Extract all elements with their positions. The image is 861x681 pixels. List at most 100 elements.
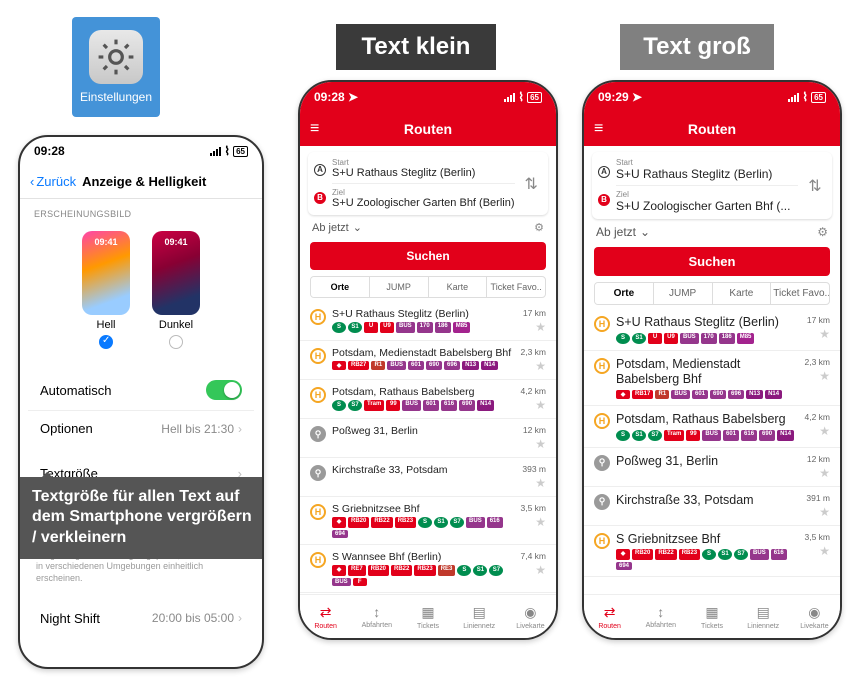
search-button[interactable]: Suchen (594, 247, 830, 276)
tab-icon: ⇄ (320, 604, 332, 621)
line-badge: S (332, 322, 346, 333)
stop-item[interactable]: HPotsdam, Rathaus BabelsbergSS7Tram99BUS… (300, 380, 556, 419)
line-badge: 696 (728, 390, 744, 399)
favorite-star[interactable]: ★ (535, 359, 546, 373)
stop-item[interactable]: ⚲Poßweg 31, Berlin12 km★ (584, 448, 840, 487)
bottom-tab-livekarte[interactable]: ◉Livekarte (789, 595, 840, 638)
category-tabs: OrteJUMPKarteTicket Favo.. (594, 282, 830, 305)
tab-karte[interactable]: Karte (713, 283, 772, 304)
stop-item[interactable]: HPotsdam, Medienstadt Babelsberg Bhf◆RB1… (584, 351, 840, 406)
dark-radio[interactable] (169, 335, 183, 349)
swap-button[interactable]: ⇅ (804, 176, 826, 196)
line-badges: ◆RB27R1BUS601690696N13N14 (332, 361, 514, 370)
departure-time-dropdown[interactable]: Ab jetzt⌄ (596, 225, 650, 239)
tab-ticket favo..[interactable]: Ticket Favo.. (771, 283, 829, 304)
tab-orte[interactable]: Orte (595, 283, 654, 304)
favorite-star[interactable]: ★ (535, 398, 546, 412)
distance: 17 km (523, 308, 546, 318)
start-field[interactable]: Start S+U Rathaus Steglitz (Berlin) (616, 156, 798, 183)
swap-button[interactable]: ⇅ (521, 174, 543, 194)
settings-gear-button[interactable]: ⚙ (534, 221, 544, 234)
line-badge: N14 (477, 400, 494, 411)
bottom-tab-liniennetz[interactable]: ▤Liniennetz (738, 595, 789, 638)
tab-ticket favo..[interactable]: Ticket Favo.. (487, 277, 545, 297)
dark-label: Dunkel (152, 319, 200, 331)
tab-karte[interactable]: Karte (429, 277, 488, 297)
start-field[interactable]: Start S+U Rathaus Steglitz (Berlin) (332, 156, 515, 181)
tab-orte[interactable]: Orte (311, 277, 370, 297)
stop-item[interactable]: HS+U Rathaus Steglitz (Berlin)SS1UU9BUS1… (300, 302, 556, 341)
favorite-star[interactable]: ★ (535, 437, 546, 451)
line-badge: 601 (692, 390, 708, 399)
favorite-star[interactable]: ★ (819, 466, 830, 480)
stop-name: Potsdam, Rathaus Babelsberg (332, 386, 514, 398)
back-button[interactable]: ‹Zurück (30, 174, 76, 189)
line-badge: R1 (371, 361, 385, 370)
tab-label: Tickets (417, 623, 439, 630)
bottom-tab-tickets[interactable]: ▦ Tickets (402, 595, 453, 638)
tab-icon: ◉ (524, 604, 536, 621)
stop-item[interactable]: HS Griebnitzsee Bhf◆RB20RB22RB23SS1S7BUS… (584, 526, 840, 578)
appearance-light[interactable]: 09:41 Hell (82, 231, 130, 352)
stop-item[interactable]: ⚲Poßweg 31, Berlin12 km★ (300, 419, 556, 458)
distance: 17 km (807, 315, 830, 325)
wifi-icon: ⌇ (224, 144, 230, 158)
point-b-badge: B (598, 194, 610, 206)
bottom-tab-tickets[interactable]: ▦Tickets (686, 595, 737, 638)
favorite-star[interactable]: ★ (819, 369, 830, 383)
settings-gear-button[interactable]: ⚙ (817, 225, 828, 239)
row-options[interactable]: Optionen Hell bis 21:30› (28, 410, 254, 446)
favorite-star[interactable]: ★ (819, 424, 830, 438)
favorite-star[interactable]: ★ (819, 327, 830, 341)
stop-name: Kirchstraße 33, Potsdam (332, 464, 516, 476)
bottom-tab-abfahrten[interactable]: ↕Abfahrten (351, 595, 402, 638)
ziel-field[interactable]: Ziel S+U Zoologischer Garten Bhf (Berlin… (332, 186, 515, 211)
stop-item[interactable]: HPotsdam, Medienstadt Babelsberg Bhf◆RB2… (300, 341, 556, 380)
bottom-tab-livekarte[interactable]: ◉Livekarte (505, 595, 556, 638)
stop-item[interactable]: HPotsdam, Rathaus BabelsbergSS1S7Tram99B… (584, 406, 840, 448)
menu-button[interactable]: ≡ (310, 120, 319, 138)
chevron-left-icon: ‹ (30, 174, 34, 189)
stop-name: S+U Rathaus Steglitz (Berlin) (616, 315, 801, 331)
light-radio-checked[interactable] (99, 335, 113, 349)
favorite-star[interactable]: ★ (535, 320, 546, 334)
line-badge: S (418, 517, 432, 528)
line-badge: U9 (380, 322, 394, 333)
menu-button[interactable]: ≡ (594, 120, 603, 138)
bottom-tab-routen[interactable]: ⇄Routen (300, 595, 351, 638)
search-button[interactable]: Suchen (310, 242, 546, 270)
tab-jump[interactable]: JUMP (370, 277, 429, 297)
header-title: Routen (688, 121, 736, 137)
bottom-tab-liniennetz[interactable]: ▤Liniennetz (454, 595, 505, 638)
line-badge: S (616, 430, 630, 441)
stop-item[interactable]: HS Griebnitzsee Bhf◆RB20RB22RB23SS1S7BUS… (300, 497, 556, 545)
bottom-tab-abfahrten[interactable]: ↕Abfahrten (635, 595, 686, 638)
favorite-star[interactable]: ★ (535, 563, 546, 577)
line-badge: 696 (444, 361, 460, 370)
stop-item[interactable]: ⚲Kirchstraße 33, Potsdam391 m★ (584, 487, 840, 526)
favorite-star[interactable]: ★ (535, 476, 546, 490)
chevron-right-icon: › (238, 611, 242, 625)
ziel-field[interactable]: Ziel S+U Zoologischer Garten Bhf (... (616, 188, 798, 215)
line-badge: 616 (441, 400, 457, 411)
tab-icon: ▦ (421, 604, 434, 621)
line-badge: N14 (481, 361, 498, 370)
appearance-dark[interactable]: 09:41 Dunkel (152, 231, 200, 352)
settings-app-icon[interactable]: Einstellungen (72, 17, 160, 117)
automatic-switch[interactable] (206, 380, 242, 400)
stop-item[interactable]: HS Wannsee Bhf (Berlin)◆RE7RB20RB22RB23R… (300, 545, 556, 593)
line-badge: U (648, 333, 662, 344)
line-badge: ◆ (332, 361, 346, 370)
stop-item[interactable]: ⚲Kirchstraße 33, Potsdam393 m★ (300, 458, 556, 497)
favorite-star[interactable]: ★ (819, 505, 830, 519)
point-a-badge: A (598, 166, 610, 178)
stop-item[interactable]: HS+U Rathaus Steglitz (Berlin)SS1UU9BUS1… (584, 309, 840, 351)
tab-jump[interactable]: JUMP (654, 283, 713, 304)
favorite-star[interactable]: ★ (819, 544, 830, 558)
line-badge: S (702, 549, 716, 560)
departure-time-dropdown[interactable]: Ab jetzt⌄ (312, 221, 362, 234)
favorite-star[interactable]: ★ (535, 515, 546, 529)
row-nightshift[interactable]: Night Shift 20:00 bis 05:00› (28, 601, 254, 636)
bottom-tab-routen[interactable]: ⇄Routen (584, 595, 635, 638)
stop-name: S+U Rathaus Steglitz (Berlin) (332, 308, 517, 320)
